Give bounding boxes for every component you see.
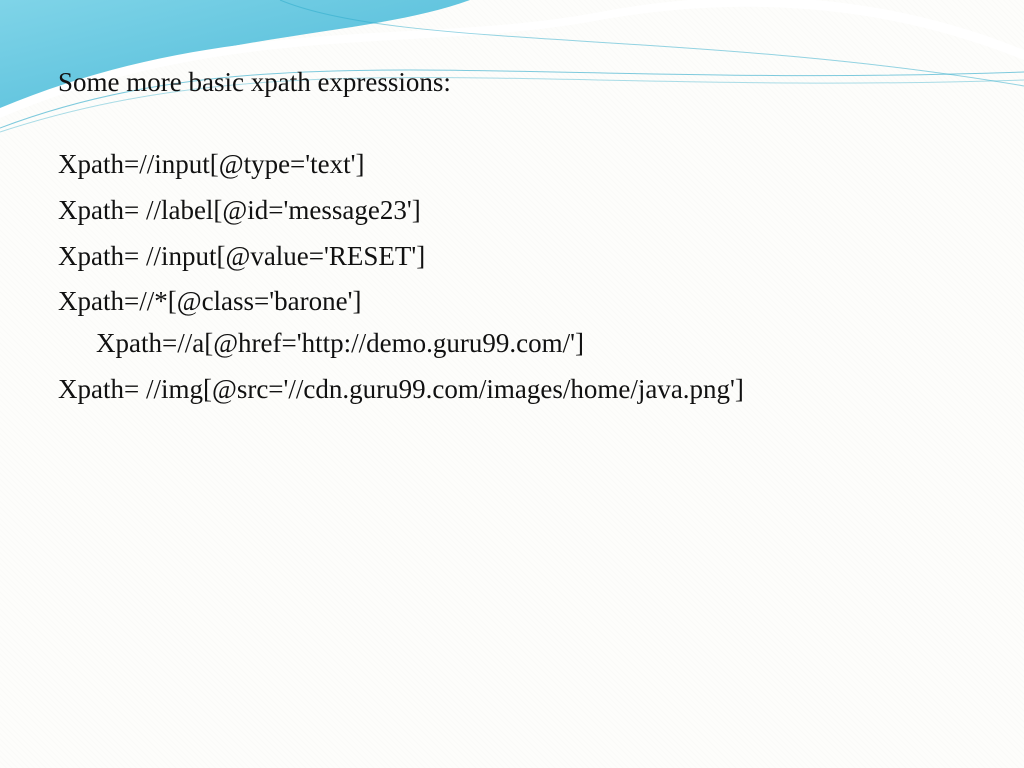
xpath-example-2: Xpath= //label[@id='message23'] <box>58 190 966 232</box>
xpath-example-4b: Xpath=//a[@href='http://demo.guru99.com/… <box>58 323 966 365</box>
xpath-example-3: Xpath= //input[@value='RESET'] <box>58 236 966 278</box>
xpath-example-4-group: Xpath=//*[@class='barone'] Xpath=//a[@hr… <box>58 281 966 365</box>
xpath-example-4a: Xpath=//*[@class='barone'] <box>58 281 966 323</box>
slide-body: Some more basic xpath expressions: Xpath… <box>58 62 966 415</box>
xpath-example-5: Xpath= //img[@src='//cdn.guru99.com/imag… <box>58 369 966 411</box>
slide: Some more basic xpath expressions: Xpath… <box>0 0 1024 768</box>
xpath-example-1: Xpath=//input[@type='text'] <box>58 144 966 186</box>
slide-title: Some more basic xpath expressions: <box>58 62 966 104</box>
